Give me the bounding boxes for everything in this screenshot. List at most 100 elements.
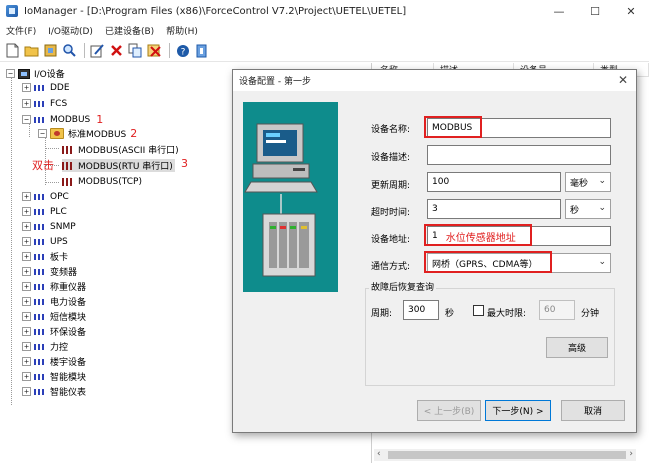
window-title: IoManager - [D:\Program Files (x86)\Forc…: [24, 5, 407, 17]
update-unit-select[interactable]: 毫秒 ⌄: [565, 172, 611, 192]
delete-icon[interactable]: [108, 42, 125, 59]
find-icon[interactable]: [61, 42, 78, 59]
close-button[interactable]: ✕: [613, 0, 649, 22]
help-icon[interactable]: ?: [174, 42, 191, 59]
tree-item-standard-modbus[interactable]: − 标准MODBUS 2: [38, 127, 137, 140]
tree-channel-tcp[interactable]: MODBUS(TCP): [62, 175, 142, 188]
cut-icon[interactable]: [146, 42, 163, 59]
expand-icon[interactable]: +: [22, 83, 31, 92]
max-time-field[interactable]: 60: [539, 300, 575, 320]
tree-connector: [45, 182, 59, 183]
expand-icon[interactable]: +: [22, 297, 31, 306]
expand-icon[interactable]: +: [22, 252, 31, 261]
tree-item-smart-meter[interactable]: + 智能仪表: [22, 385, 86, 398]
tree-root[interactable]: − I/O设备: [6, 67, 65, 80]
tree-item-power[interactable]: + 电力设备: [22, 295, 86, 308]
title-bar: IoManager - [D:\Program Files (x86)\Forc…: [0, 0, 649, 22]
tree-root-label: I/O设备: [34, 70, 65, 80]
period-field[interactable]: 300: [403, 300, 439, 320]
expand-icon[interactable]: +: [22, 387, 31, 396]
properties-icon[interactable]: [42, 42, 59, 59]
tree-item-label: 称重仪器: [50, 283, 87, 293]
device-icon: [34, 388, 46, 396]
expand-icon[interactable]: +: [22, 357, 31, 366]
tree-item-building[interactable]: + 楼宇设备: [22, 355, 86, 368]
device-address-field[interactable]: 1 水位传感器地址: [427, 226, 611, 246]
annotation-2: 2: [130, 127, 138, 140]
collapse-icon[interactable]: −: [6, 69, 15, 78]
scrollbar-thumb[interactable]: [388, 451, 626, 459]
expand-icon[interactable]: +: [22, 192, 31, 201]
tree-item-label: 电力设备: [50, 298, 87, 308]
device-icon: [34, 328, 46, 336]
collapse-icon[interactable]: −: [38, 129, 47, 138]
dialog-close-icon[interactable]: ✕: [618, 73, 628, 87]
cancel-button[interactable]: 取消: [561, 400, 625, 421]
expand-icon[interactable]: +: [22, 327, 31, 336]
device-icon: [34, 373, 46, 381]
tree-item-dde[interactable]: + DDE: [22, 81, 70, 94]
tree-item-snmp[interactable]: + SNMP: [22, 220, 76, 233]
menu-help[interactable]: 帮助(H): [160, 24, 204, 37]
tree-item-likong[interactable]: + 力控: [22, 340, 68, 353]
expand-icon[interactable]: +: [22, 342, 31, 351]
chevron-down-icon: ⌄: [598, 176, 606, 186]
tree-item-plc[interactable]: + PLC: [22, 205, 67, 218]
computer-illustration-icon: [244, 123, 318, 277]
advanced-button[interactable]: 高级: [546, 337, 608, 358]
tree-item-inverter[interactable]: + 变频器: [22, 265, 77, 278]
tree-item-sms[interactable]: + 短信模块: [22, 310, 86, 323]
scroll-right-icon[interactable]: ›: [629, 449, 633, 459]
copy-icon[interactable]: [127, 42, 144, 59]
tree-item-ups[interactable]: + UPS: [22, 235, 68, 248]
tree-item-environment[interactable]: + 环保设备: [22, 325, 86, 338]
toolbar-separator: [84, 43, 85, 58]
comm-method-select[interactable]: 网桥（GPRS、CDMA等） ⌄: [427, 253, 611, 273]
minimize-button[interactable]: —: [541, 0, 577, 22]
maximize-button[interactable]: ☐: [577, 0, 613, 22]
expand-icon[interactable]: +: [22, 237, 31, 246]
tree-channel-rtu[interactable]: MODBUS(RTU 串行口): [62, 159, 175, 172]
expand-icon[interactable]: +: [22, 312, 31, 321]
tree-item-smart-module[interactable]: + 智能模块: [22, 370, 86, 383]
device-description-label: 设备描述:: [371, 153, 411, 163]
expand-icon[interactable]: +: [22, 222, 31, 231]
max-time-checkbox[interactable]: [473, 305, 484, 316]
timeout-unit-select[interactable]: 秒 ⌄: [565, 199, 611, 219]
tree-item-opc[interactable]: + OPC: [22, 190, 69, 203]
previous-button[interactable]: < 上一步(B): [417, 400, 481, 421]
open-icon[interactable]: [23, 42, 40, 59]
timeout-field[interactable]: 3: [427, 199, 561, 219]
tree-item-board[interactable]: + 板卡: [22, 250, 68, 263]
expand-icon[interactable]: +: [22, 267, 31, 276]
scroll-left-icon[interactable]: ‹: [377, 449, 381, 459]
expand-icon[interactable]: +: [22, 99, 31, 108]
expand-icon[interactable]: +: [22, 282, 31, 291]
collapse-icon[interactable]: −: [22, 115, 31, 124]
tree-item-weighing[interactable]: + 称重仪器: [22, 280, 86, 293]
menu-built-devices[interactable]: 已建设备(B): [99, 24, 160, 37]
annotation-1: 1: [96, 113, 104, 126]
tree-item-label: MODBUS(ASCII 串行口): [78, 146, 179, 156]
exit-icon[interactable]: [193, 42, 210, 59]
device-config-dialog: 设备配置 - 第一步 ✕ 设备名称: MODBUS 设备描述: 更新周期: 10…: [232, 69, 637, 433]
menu-io-driver[interactable]: I/O驱动(D): [42, 24, 99, 37]
expand-icon[interactable]: +: [22, 372, 31, 381]
device-description-field[interactable]: [427, 145, 611, 165]
period-unit: 秒: [445, 309, 455, 319]
next-button[interactable]: 下一步(N) >: [485, 400, 551, 421]
edit-icon[interactable]: [89, 42, 106, 59]
tree-item-label: 力控: [50, 343, 69, 353]
tree-item-modbus[interactable]: − MODBUS 1: [22, 113, 103, 126]
expand-icon[interactable]: +: [22, 207, 31, 216]
update-period-field[interactable]: 100: [427, 172, 561, 192]
device-icon: [34, 238, 46, 246]
tree-item-fcs[interactable]: + FCS: [22, 97, 67, 110]
menu-file[interactable]: 文件(F): [0, 24, 42, 37]
device-name-field[interactable]: MODBUS: [427, 118, 611, 138]
timeout-unit-value: 秒: [570, 205, 580, 216]
tree-channel-ascii[interactable]: MODBUS(ASCII 串行口): [62, 143, 179, 156]
comm-method-label: 通信方式:: [371, 262, 411, 272]
new-icon[interactable]: [4, 42, 21, 59]
horizontal-scrollbar[interactable]: ‹ ›: [374, 449, 636, 461]
